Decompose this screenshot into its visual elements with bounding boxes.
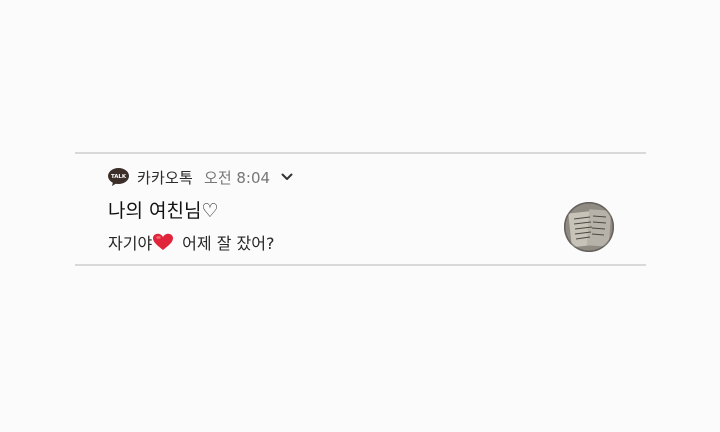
kakaotalk-notification[interactable]: TALK 카카오톡 오전 8:04 나의 여친님♡ 자기야 어제 잘 잤어? [75, 152, 646, 266]
message-text-after: 어제 잘 잤어? [182, 234, 275, 253]
message-text-before: 자기야 [108, 234, 153, 253]
notification-header: TALK 카카오톡 오전 8:04 [108, 166, 294, 188]
kakaotalk-icon-text: TALK [111, 174, 127, 180]
notification-message: 자기야 어제 잘 잤어? [108, 230, 274, 254]
kakaotalk-icon: TALK [108, 168, 129, 186]
chevron-down-icon[interactable] [280, 170, 294, 184]
notification-title: 나의 여친님♡ [108, 200, 219, 222]
screen: TALK 카카오톡 오전 8:04 나의 여친님♡ 자기야 어제 잘 잤어? [0, 0, 720, 432]
red-heart-icon [152, 233, 174, 251]
app-name: 카카오톡 [137, 168, 194, 187]
notification-time: 오전 8:04 [204, 168, 271, 187]
avatar[interactable] [564, 202, 614, 252]
